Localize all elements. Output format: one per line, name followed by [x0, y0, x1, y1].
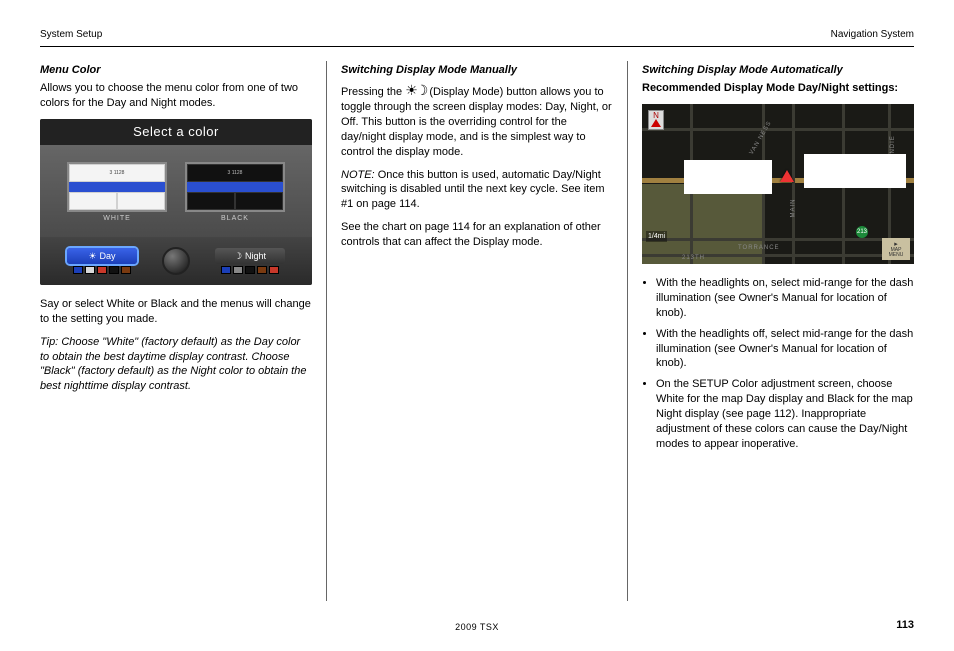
preview-black-thumb[interactable]: 3 1128 — [185, 162, 285, 212]
page-number: 113 — [896, 618, 914, 633]
sun-icon: ☀ — [88, 250, 96, 262]
preview-black-label: BLACK — [221, 214, 249, 223]
columns: Menu Color Allows you to choose the menu… — [40, 61, 914, 601]
header-left: System Setup — [40, 28, 102, 42]
moon-icon: ☽ — [234, 250, 242, 262]
switch-auto-heading: Switching Display Mode Automatically — [642, 63, 914, 78]
preview-white-thumb[interactable]: 3 1128 — [67, 162, 167, 212]
route-shield-icon: 213 — [856, 226, 868, 238]
preview-black-card: 3 1128 BLACK — [185, 162, 285, 223]
page-header: System Setup Navigation System — [40, 28, 914, 42]
map-menu-l2: MENU — [889, 253, 904, 258]
menu-color-heading: Menu Color — [40, 63, 312, 78]
column-3: Switching Display Mode Automatically Rec… — [628, 61, 914, 601]
figure-night-map: TORRANCE 213TH MAIN NORMANDIE VAN NESS N… — [642, 104, 914, 264]
figure-select-color: Select a color 3 1128 WHITE 3 1128 — [40, 119, 312, 285]
map-callout-right — [804, 154, 906, 188]
preview-white-label: WHITE — [103, 214, 131, 223]
tip-label: Tip: — [40, 336, 58, 348]
street-torrance: TORRANCE — [738, 244, 780, 252]
map-menu-button[interactable]: MAP MENU — [882, 238, 910, 260]
switch-manual-note: NOTE: Once this button is used, automati… — [341, 168, 613, 213]
header-right: Navigation System — [831, 28, 914, 42]
street-main: MAIN — [789, 199, 797, 218]
divider-2 — [627, 61, 628, 601]
preview-white-line: 3 1128 — [69, 164, 165, 182]
figA-title: Select a color — [40, 119, 312, 145]
header-rule — [40, 46, 914, 47]
day-label: Day — [100, 250, 116, 262]
book-title: 2009 TSX — [455, 621, 499, 633]
compass-icon[interactable]: N — [648, 110, 664, 130]
bullet-3: On the SETUP Color adjustment screen, ch… — [656, 377, 914, 451]
map-callout-left — [684, 160, 772, 194]
auto-bullets: With the headlights on, select mid-range… — [642, 276, 914, 451]
night-label: Night — [245, 250, 266, 262]
vehicle-marker-icon — [780, 170, 794, 182]
compass-n: N — [653, 111, 659, 122]
bullet-1: With the headlights on, select mid-range… — [656, 276, 914, 321]
map-scale[interactable]: 1/4mi — [646, 231, 667, 242]
switch-manual-heading: Switching Display Mode Manually — [341, 63, 613, 78]
day-mode-button[interactable]: ☀ Day — [48, 248, 156, 274]
figA-previews: 3 1128 WHITE 3 1128 BLACK — [40, 145, 312, 237]
display-mode-icon: ☀☽ — [405, 82, 426, 98]
tip-text: Choose "White" (factory default) as the … — [40, 336, 306, 393]
night-mode-button[interactable]: ☽Night — [196, 248, 304, 274]
night-swatches[interactable] — [221, 266, 279, 274]
figA-modebar: ☀ Day ☽Night — [40, 237, 312, 285]
day-swatches[interactable] — [73, 266, 131, 274]
menu-color-p2: Say or select White or Black and the men… — [40, 297, 312, 327]
switch-manual-p1: Pressing the ☀☽ (Display Mode) button al… — [341, 81, 613, 159]
street-213th: 213TH — [682, 254, 705, 262]
street-vanness: VAN NESS — [748, 120, 774, 157]
map-park-area — [642, 184, 762, 264]
menu-color-tip: Tip: Choose "White" (factory default) as… — [40, 335, 312, 394]
note-label: NOTE: — [341, 169, 375, 181]
column-1: Menu Color Allows you to choose the menu… — [40, 61, 326, 601]
divider-1 — [326, 61, 327, 601]
bullet-2: With the headlights off, select mid-rang… — [656, 327, 914, 372]
note-text: Once this button is used, automatic Day/… — [341, 169, 605, 211]
preview-white-card: 3 1128 WHITE — [67, 162, 167, 223]
column-2: Switching Display Mode Manually Pressing… — [327, 61, 627, 601]
switch-auto-lead: Recommended Display Mode Day/Night setti… — [642, 81, 914, 96]
preview-black-line: 3 1128 — [187, 164, 283, 182]
rotary-knob-icon[interactable] — [162, 247, 190, 275]
switch-manual-p2: See the chart on page 114 for an explana… — [341, 220, 613, 250]
menu-color-body: Allows you to choose the menu color from… — [40, 81, 312, 111]
